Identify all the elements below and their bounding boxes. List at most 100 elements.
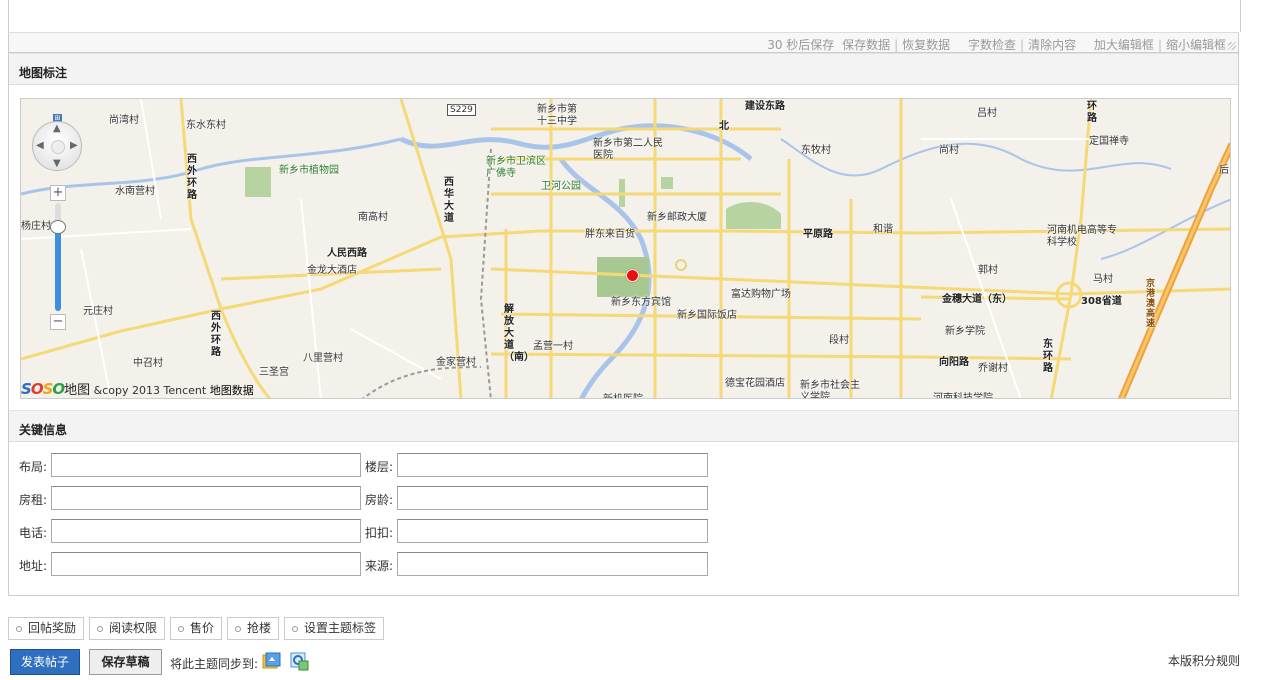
- pan-control[interactable]: ▲ ▼ ◀ ▶: [32, 121, 82, 171]
- map-label: 马村: [1093, 274, 1113, 285]
- layout-field[interactable]: [51, 453, 361, 477]
- address-field[interactable]: [51, 552, 361, 576]
- map-label: 南高村: [358, 212, 388, 223]
- sync-weibo-icon[interactable]: [262, 652, 281, 671]
- map-label: 三圣宫: [259, 367, 289, 378]
- address-label: 地址:: [19, 559, 48, 573]
- separator: |: [894, 38, 899, 52]
- floor-grab-button[interactable]: 抢楼: [227, 617, 280, 640]
- map-label: 孟营一村: [533, 341, 573, 352]
- clear-content-link[interactable]: 清除内容: [1028, 38, 1076, 52]
- map-label: 环路: [1087, 101, 1097, 124]
- map-label: 新乡市第二人民医院: [593, 138, 663, 161]
- map-label: 新乡市卫滨区广佛寺: [486, 156, 546, 179]
- map-label: 京港澳高速: [1146, 279, 1156, 329]
- map-label: 新乡市第十三中学: [537, 104, 577, 127]
- map-label: 乔谢村: [978, 363, 1008, 374]
- map-label: 卫河公园: [541, 181, 581, 192]
- map-label: 平原路: [803, 229, 833, 240]
- floor-field[interactable]: [397, 453, 708, 477]
- resize-grip-icon[interactable]: [1228, 42, 1236, 50]
- map-label: 新乡市植物园: [279, 165, 339, 176]
- map-label: 金家营村: [436, 357, 476, 368]
- zoom-in-button[interactable]: +: [50, 185, 66, 201]
- phone-field[interactable]: [51, 519, 361, 543]
- map-label: 北: [719, 121, 729, 132]
- zoom-slider[interactable]: + −: [50, 185, 66, 330]
- qq-field[interactable]: [397, 519, 708, 543]
- enlarge-editor-link[interactable]: 加大编辑框: [1094, 38, 1154, 52]
- map-label: 河南机电高等专科学校: [1047, 225, 1117, 248]
- sync-label: 将此主题同步到:: [170, 657, 259, 671]
- map-label: 西华大道: [444, 177, 454, 224]
- save-draft-button[interactable]: 保存草稿: [89, 649, 162, 675]
- map-label: 尚湾村: [109, 115, 139, 126]
- age-label: 房龄:: [365, 493, 394, 507]
- soso-logo: SOSO: [21, 380, 65, 398]
- zoom-out-button[interactable]: −: [50, 314, 66, 330]
- map-label: 向阳路: [939, 357, 969, 368]
- pan-right-icon[interactable]: ▶: [70, 140, 78, 151]
- zoom-handle[interactable]: [50, 219, 66, 234]
- map-label: 新机医院: [603, 390, 643, 398]
- separator: |: [1157, 38, 1162, 52]
- map-label: 金龙大酒店: [307, 265, 357, 276]
- word-count-link[interactable]: 字数检查: [968, 38, 1016, 52]
- shrink-editor-link[interactable]: 缩小编辑框: [1166, 38, 1226, 52]
- map-label: 308省道: [1081, 296, 1122, 307]
- map-label: 德宝花园酒店: [725, 378, 785, 389]
- price-button[interactable]: 售价: [170, 617, 223, 640]
- map-section-title: 地图标注: [9, 53, 1238, 85]
- save-data-link[interactable]: 保存数据: [842, 38, 890, 52]
- map-label: 新乡学院: [945, 326, 985, 337]
- qq-label: 扣扣:: [365, 526, 394, 540]
- map-label: 解放大道（南）: [504, 304, 534, 363]
- board-points-rules-link[interactable]: 本版积分规则: [1168, 652, 1240, 669]
- map-label: 新乡市社会主义学院: [800, 380, 860, 399]
- rent-field[interactable]: [51, 486, 361, 510]
- map-label: 吕村: [977, 108, 997, 119]
- map-label: 八里营村: [303, 353, 343, 364]
- sync-qzone-icon[interactable]: [290, 652, 309, 671]
- map-copyright: &copy 2013 Tencent: [93, 384, 207, 397]
- source-field[interactable]: [397, 552, 708, 576]
- autosave-status: 30 秒后保存: [767, 38, 835, 52]
- rent-label: 房租:: [19, 493, 48, 507]
- phone-label: 电话:: [19, 526, 48, 540]
- pan-center[interactable]: [51, 140, 65, 154]
- publish-button[interactable]: 发表帖子: [10, 649, 80, 675]
- read-permission-button[interactable]: 阅读权限: [89, 617, 166, 640]
- map-label: 和谐: [873, 224, 893, 235]
- reply-reward-button[interactable]: 回帖奖励: [8, 617, 85, 640]
- map-label: 金穗大道（东）: [942, 294, 1012, 305]
- map-label: 人民西路: [327, 248, 367, 259]
- post-extras-panel: 地图标注 尚湾村 东水东村 新乡市第十三中学 建设东路 北 吕村 环路 定国禅寺…: [8, 53, 1239, 596]
- map-label: 胖东来百货: [585, 229, 635, 240]
- map-label: 段村: [829, 335, 849, 346]
- map-label: 新乡东方宾馆: [611, 297, 671, 308]
- map-attribution: SOSO地图 &copy 2013 Tencent 地图数据: [21, 379, 254, 398]
- floor-label: 楼层:: [365, 460, 394, 474]
- age-field[interactable]: [397, 486, 708, 510]
- set-tags-button[interactable]: 设置主题标签: [284, 617, 385, 640]
- map-label: 后: [1219, 165, 1229, 176]
- editor-toolbar: 30 秒后保存 保存数据 | 恢复数据 字数检查 | 清除内容 加大编辑框 | 缩小编辑框: [8, 32, 1239, 53]
- map-label: S229: [447, 104, 476, 116]
- location-marker[interactable]: [626, 269, 639, 282]
- map-data-link[interactable]: 地图数据: [210, 384, 254, 397]
- map-label: 富达购物广场: [731, 289, 791, 300]
- map-label: 元庄村: [83, 306, 113, 317]
- map-label: 西外环路: [211, 311, 221, 358]
- restore-data-link[interactable]: 恢复数据: [902, 38, 950, 52]
- map-label: 西外环路: [187, 154, 197, 201]
- map-label: 尚村: [939, 145, 959, 156]
- map-view[interactable]: 尚湾村 东水东村 新乡市第十三中学 建设东路 北 吕村 环路 定国禅寺 新乡市第…: [20, 98, 1231, 399]
- pan-down-icon[interactable]: ▼: [53, 158, 61, 169]
- pan-up-icon[interactable]: ▲: [53, 123, 61, 134]
- map-label: 建设东路: [745, 101, 785, 112]
- map-label: 河南科技学院: [933, 393, 993, 399]
- pan-left-icon[interactable]: ◀: [36, 140, 44, 151]
- map-label: 杨庄村: [21, 221, 51, 232]
- zoom-level-fill: [55, 226, 61, 311]
- editor-content-area[interactable]: [8, 0, 1241, 32]
